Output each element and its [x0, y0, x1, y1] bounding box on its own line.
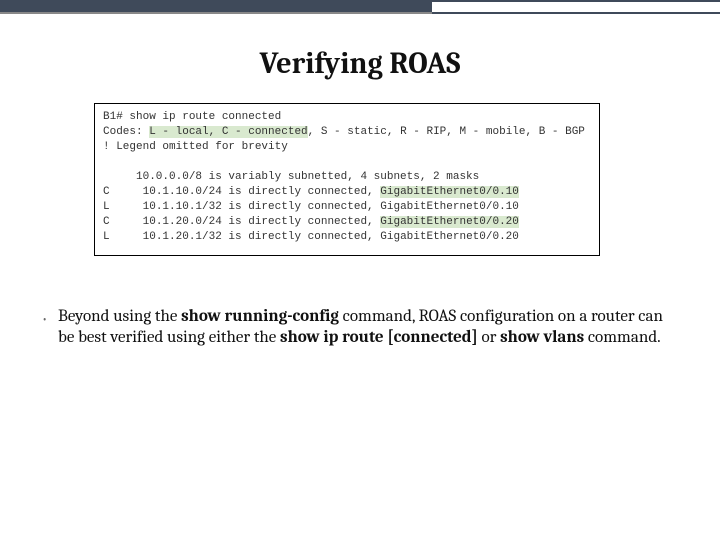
interface-highlight: GigabitEthernet0/0.20 — [380, 216, 519, 228]
page-title: Verifying ROAS — [28, 46, 692, 81]
cmd-show-vlans: show vlans — [500, 328, 584, 347]
interface-highlight: GigabitEthernet0/0.10 — [380, 186, 519, 198]
stripe-dark — [0, 0, 432, 14]
terminal-output: B1# show ip route connected Codes: L - l… — [94, 103, 600, 256]
bullet-dot-icon: • — [42, 306, 58, 349]
route-row: C 10.1.10.0/24 is directly connected, Gi… — [103, 186, 519, 198]
legend-line: ! Legend omitted for brevity — [103, 141, 288, 153]
cmd-show-ip-route: show ip route [connected] — [280, 328, 478, 347]
terminal-prompt: B1# show ip route connected — [103, 111, 281, 123]
codes-line: Codes: L - local, C - connected, S - sta… — [103, 126, 585, 138]
top-stripe — [0, 0, 720, 14]
route-row: L 10.1.20.1/32 is directly connected, Gi… — [103, 231, 519, 243]
route-row: C 10.1.20.0/24 is directly connected, Gi… — [103, 216, 519, 228]
bullet-text: Beyond using the show running-config com… — [58, 306, 670, 349]
stripe-light — [432, 0, 720, 14]
route-row: L 10.1.10.1/32 is directly connected, Gi… — [103, 201, 519, 213]
summary-line: 10.0.0.0/8 is variably subnetted, 4 subn… — [103, 171, 479, 183]
cmd-show-running-config: show running-config — [181, 307, 339, 326]
codes-highlight: L - local, C - connected — [149, 126, 307, 138]
bullet-item: • Beyond using the show running-config c… — [28, 306, 692, 349]
